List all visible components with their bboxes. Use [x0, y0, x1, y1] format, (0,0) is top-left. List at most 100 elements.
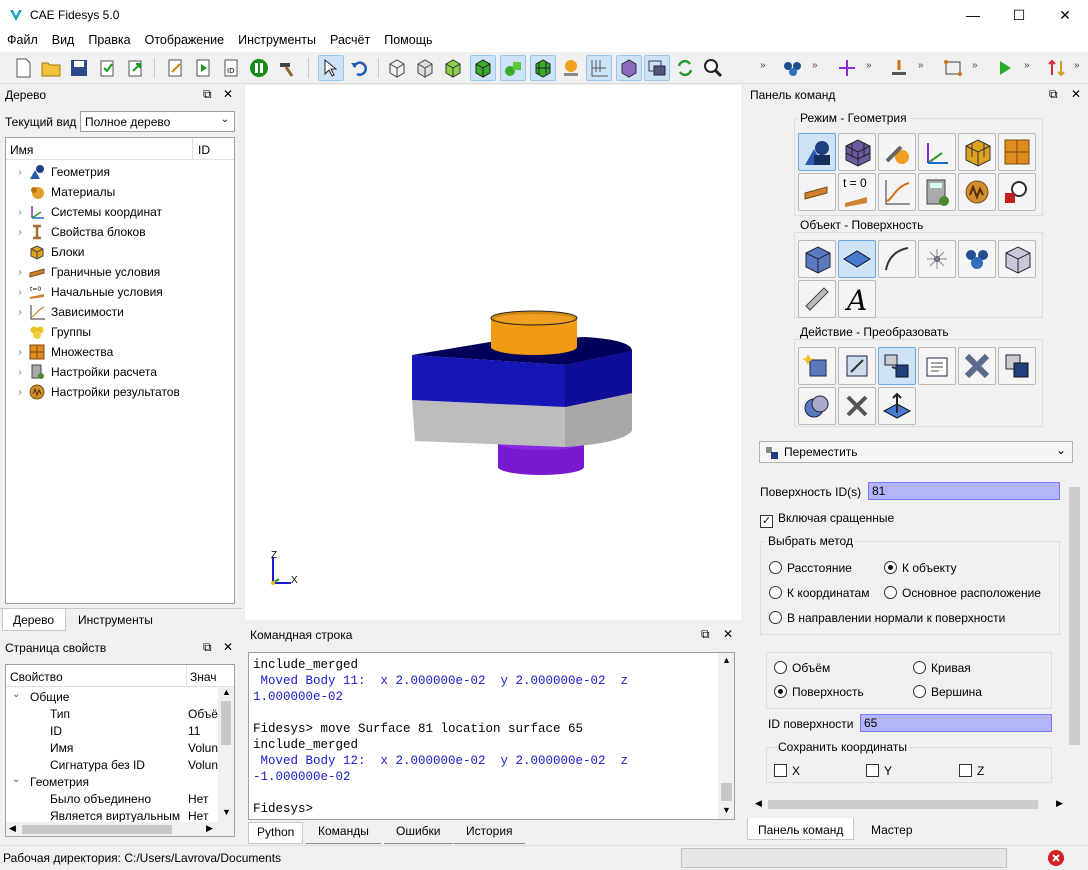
run-script-icon[interactable] [190, 55, 216, 81]
select-mode-icon[interactable] [318, 55, 344, 81]
material-mode-button[interactable] [878, 133, 916, 171]
tab-tree[interactable]: Дерево [2, 609, 66, 631]
volume-object-button[interactable] [798, 240, 836, 278]
float-panel-icon[interactable]: ⧉ [203, 640, 212, 655]
close-window-button[interactable]: ✕ [1042, 0, 1088, 30]
toolbar-overflow-icon[interactable]: » [812, 60, 818, 71]
close-panel-icon[interactable]: ✕ [723, 627, 733, 641]
operation-select[interactable]: Переместить ⌄ [759, 441, 1073, 463]
run-calc-icon[interactable] [992, 55, 1018, 81]
chevron-right-icon[interactable]: › [12, 387, 28, 398]
tab-history[interactable]: История [454, 822, 525, 844]
tab-tools[interactable]: Инструменты [68, 609, 163, 631]
tab-errors[interactable]: Ошибки [384, 822, 453, 844]
groups-toolbar-icon[interactable] [780, 55, 806, 81]
radio-volume[interactable]: Объём [774, 661, 830, 675]
mesh-toolbar-icon[interactable] [940, 55, 966, 81]
radio-home[interactable]: Основное расположение [884, 586, 1041, 600]
blocks-mode-button[interactable] [958, 133, 996, 171]
command-scrollbar[interactable]: ▲ ▼ [718, 653, 734, 819]
boolean-action-button[interactable] [798, 387, 836, 425]
toolbar-overflow-icon[interactable]: » [1024, 60, 1030, 71]
script-icon[interactable] [162, 55, 188, 81]
property-group[interactable]: ⌄ Геометрия [6, 774, 218, 791]
props-hscrollbar[interactable]: ◀ ▶ [6, 822, 234, 836]
import-icon[interactable] [94, 55, 120, 81]
menu-file[interactable]: Файл [0, 30, 45, 47]
shaded-cube-icon[interactable] [440, 55, 466, 81]
minimize-button[interactable]: — [950, 0, 996, 30]
mesh-cube-icon[interactable] [530, 55, 556, 81]
results-mode-button[interactable] [958, 173, 996, 211]
close-panel-icon[interactable]: ✕ [223, 640, 233, 654]
property-row[interactable]: Было объединено Нет [6, 791, 218, 808]
menu-calc[interactable]: Расчёт [323, 30, 377, 47]
tab-wizard[interactable]: Мастер [861, 818, 923, 840]
chevron-down-icon[interactable]: ⌄ [12, 689, 20, 700]
radio-to-object[interactable]: К объекту [884, 561, 957, 575]
property-row[interactable]: ID 11 [6, 723, 218, 740]
tree-item[interactable]: › Граничные условия [12, 262, 160, 282]
coord-systems-mode-button[interactable] [918, 133, 956, 171]
menu-view[interactable]: Вид [45, 30, 82, 47]
tree-item[interactable]: › Геометрия [12, 162, 110, 182]
group-object-button[interactable] [958, 240, 996, 278]
copy-action-button[interactable] [998, 347, 1036, 385]
close-panel-icon[interactable]: ✕ [223, 87, 233, 101]
menu-help[interactable]: Помощь [377, 30, 439, 47]
new-file-icon[interactable] [10, 55, 36, 81]
sweep-action-button[interactable] [878, 387, 916, 425]
chevron-right-icon[interactable]: › [12, 347, 28, 358]
chevron-down-icon[interactable]: ⌄ [12, 774, 20, 785]
tree-item[interactable]: › Настройки результатов [12, 382, 180, 402]
maximize-button[interactable]: ☐ [996, 0, 1042, 30]
cut-action-button[interactable] [838, 387, 876, 425]
zoom-icon[interactable] [700, 55, 726, 81]
float-panel-icon[interactable]: ⧉ [203, 87, 212, 102]
tree-item[interactable]: Блоки [12, 242, 85, 262]
axis-sort-icon[interactable] [1044, 55, 1070, 81]
chevron-right-icon[interactable]: › [12, 267, 28, 278]
geometry-mode-button[interactable] [798, 133, 836, 171]
tree-item[interactable]: Материалы [12, 182, 115, 202]
open-folder-icon[interactable] [38, 55, 64, 81]
chevron-right-icon[interactable]: › [12, 287, 28, 298]
current-view-select[interactable]: Полное дерево ⌄ [80, 111, 235, 132]
props-col-property[interactable]: Свойство [10, 670, 63, 684]
undo-icon[interactable] [346, 55, 372, 81]
target-id-input[interactable]: 65 [860, 714, 1052, 732]
multi-volume-icon[interactable] [500, 55, 526, 81]
close-panel-icon[interactable]: ✕ [1071, 87, 1081, 101]
window-view-icon[interactable] [644, 55, 670, 81]
measure-object-button[interactable] [798, 280, 836, 318]
light-icon[interactable] [558, 55, 584, 81]
chevron-right-icon[interactable]: › [12, 167, 28, 178]
tree-view[interactable]: Имя ID › Геометрия Материалы › Системы коорд… [5, 137, 235, 604]
right-panel-scrollbar[interactable] [1067, 475, 1082, 795]
tree-item[interactable]: Группы [12, 322, 91, 342]
toolbar-overflow-icon[interactable]: » [1074, 60, 1080, 71]
tree-item[interactable]: › Зависимости [12, 302, 124, 322]
chevron-right-icon[interactable]: › [12, 367, 28, 378]
curve-object-button[interactable] [878, 240, 916, 278]
purple-cube-icon[interactable] [616, 55, 642, 81]
hidden-line-cube-icon[interactable] [412, 55, 438, 81]
chevron-right-icon[interactable]: › [12, 227, 28, 238]
command-output[interactable]: include_merged Moved Body 11: x 2.000000… [248, 652, 735, 820]
error-status-icon[interactable] [1047, 849, 1065, 867]
property-group[interactable]: ⌄ Общие [6, 689, 218, 706]
tree-item[interactable]: › Множества [12, 342, 113, 362]
wireframe-cube-icon[interactable] [384, 55, 410, 81]
toolbar-overflow-icon[interactable]: » [866, 60, 872, 71]
property-row[interactable]: Тип Объё [6, 706, 218, 723]
tree-item[interactable]: › Свойства блоков [12, 222, 146, 242]
grid-axes-icon[interactable] [586, 55, 612, 81]
delete-action-button[interactable] [958, 347, 996, 385]
keep-y-checkbox[interactable]: Y [866, 764, 892, 778]
radio-distance[interactable]: Расстояние [769, 561, 852, 575]
id-script-icon[interactable]: ID [218, 55, 244, 81]
radio-normal[interactable]: В направлении нормали к поверхности [769, 611, 1005, 625]
tab-commands[interactable]: Команды [306, 822, 381, 844]
crosshair-icon[interactable] [834, 55, 860, 81]
chevron-right-icon[interactable]: › [12, 307, 28, 318]
